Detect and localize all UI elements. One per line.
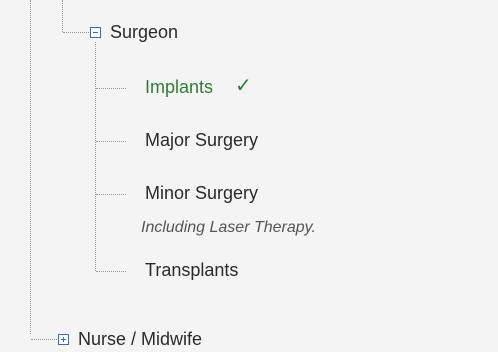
tree-connector-surgeon xyxy=(63,32,89,33)
minus-box-icon[interactable] xyxy=(90,27,101,38)
tree-guide-line-level1 xyxy=(62,0,63,32)
tree-node-transplants[interactable]: Transplants xyxy=(145,259,238,281)
tree-node-minor-surgery-note: Including Laser Therapy. xyxy=(141,219,316,236)
tree-connector-transplants xyxy=(96,271,126,272)
tree-node-nurse-midwife[interactable]: Nurse / Midwife xyxy=(78,328,202,350)
tree-node-implants[interactable]: Implants xyxy=(145,76,213,98)
tree-guide-line-surgeon-children xyxy=(95,42,96,271)
plus-box-icon[interactable] xyxy=(58,334,69,345)
tree-node-minor-surgery[interactable]: Minor Surgery xyxy=(145,182,258,204)
checkmark-icon: ✓ xyxy=(235,75,252,97)
tree-connector-nurse xyxy=(31,339,57,340)
tree-connector-major-surgery xyxy=(96,141,126,142)
tree-node-surgeon[interactable]: Surgeon xyxy=(110,21,178,43)
tree-panel: Surgeon Implants ✓ Major Surgery Minor S… xyxy=(0,0,498,352)
tree-connector-implants xyxy=(96,88,126,89)
tree-guide-line-root xyxy=(30,0,31,334)
tree-connector-minor-surgery xyxy=(96,194,126,195)
tree-node-major-surgery[interactable]: Major Surgery xyxy=(145,129,258,151)
